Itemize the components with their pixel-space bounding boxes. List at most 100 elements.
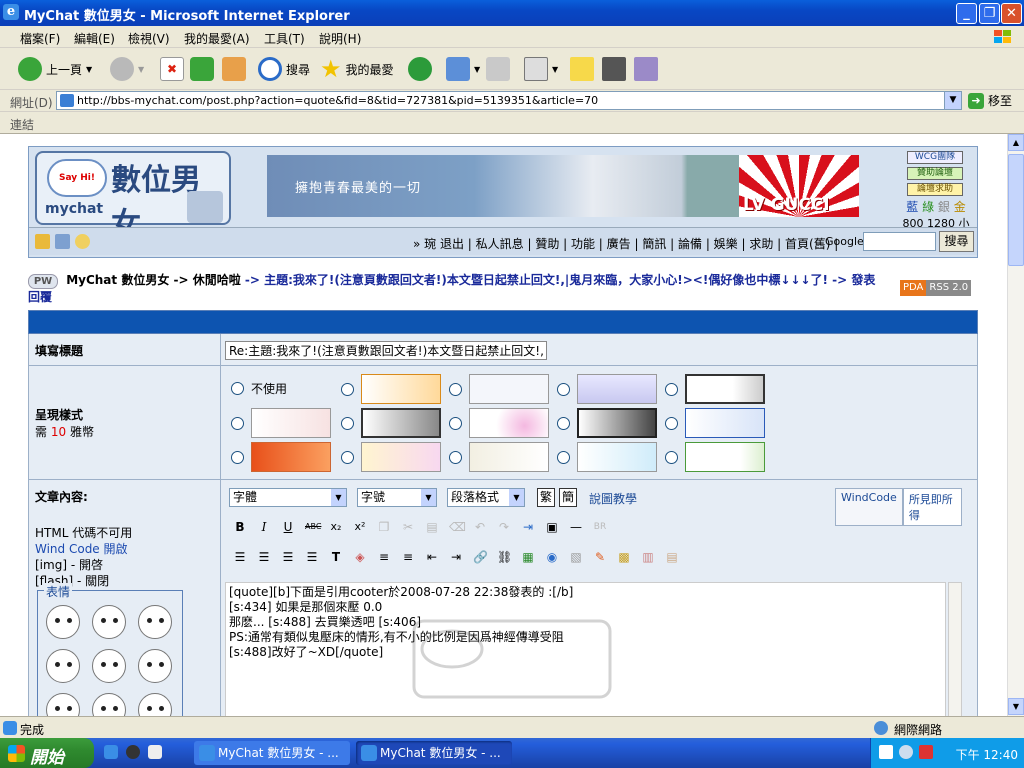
menu-view[interactable]: 檢視(V) bbox=[128, 30, 170, 47]
nav-links[interactable]: » 琬 退出 | 私人訊息 | 贊助 | 功能 | 廣告 | 簡訊 | 論備 |… bbox=[413, 235, 838, 252]
align-left-icon[interactable]: ☰ bbox=[233, 550, 247, 564]
stop-button[interactable]: ✖ bbox=[160, 56, 184, 82]
tray-icon[interactable] bbox=[899, 745, 913, 759]
mail-button[interactable]: ▼ bbox=[446, 56, 480, 82]
ad-banner[interactable]: 擁抱青春最美的一切 LV GUCCI bbox=[267, 155, 859, 217]
outdent-icon[interactable]: ⇤ bbox=[425, 550, 439, 564]
indent-icon[interactable]: ⇥ bbox=[449, 550, 463, 564]
superscript-icon[interactable]: x² bbox=[353, 520, 367, 534]
brush-icon[interactable]: ✎ bbox=[593, 550, 607, 564]
template-icon[interactable]: ▣ bbox=[545, 520, 559, 534]
menu-help[interactable]: 說明(H) bbox=[319, 30, 361, 47]
underline-icon[interactable]: U bbox=[281, 520, 295, 534]
style-option-1[interactable] bbox=[341, 374, 441, 404]
windcode-note[interactable]: Wind Code 開啟 bbox=[35, 541, 214, 557]
style-option-3[interactable] bbox=[557, 374, 657, 404]
paragraph-select[interactable]: 段落格式 ▼ bbox=[447, 488, 525, 507]
emoticon-icon[interactable] bbox=[138, 605, 172, 639]
maximize-button[interactable]: ❐ bbox=[979, 3, 1000, 24]
content-textarea[interactable]: [quote][b]下面是引用cooter於2008-07-28 22:38發表… bbox=[225, 582, 946, 716]
emoticon-icon[interactable] bbox=[138, 693, 172, 716]
close-button[interactable]: ✕ bbox=[1001, 3, 1022, 24]
browser-icon[interactable] bbox=[148, 745, 162, 759]
style-radio[interactable] bbox=[231, 382, 244, 395]
unordered-list-icon[interactable]: ≡ bbox=[401, 550, 415, 564]
size-select[interactable]: 字號 ▼ bbox=[357, 488, 437, 507]
strikethrough-icon[interactable]: ABC bbox=[305, 520, 321, 534]
sponsor-link[interactable]: 贊助論壇 bbox=[907, 167, 963, 180]
style-option-13[interactable] bbox=[557, 442, 657, 472]
tutorial-link[interactable]: 說圖教學 bbox=[589, 490, 637, 507]
copy-icon[interactable]: ❐ bbox=[377, 520, 391, 534]
back-button[interactable]: 上一頁 ▼ bbox=[18, 56, 92, 82]
search-button[interactable]: 搜尋 bbox=[258, 56, 310, 82]
align-center-icon[interactable]: ☰ bbox=[257, 550, 271, 564]
home-icon[interactable] bbox=[55, 234, 70, 249]
emoticon-icon[interactable] bbox=[46, 605, 80, 639]
taskbar-item-2[interactable]: MyChat 數位男女 - ... bbox=[356, 741, 512, 765]
textarea-scrollbar[interactable] bbox=[948, 582, 962, 716]
breadcrumb-site[interactable]: MyChat 數位男女 bbox=[66, 273, 169, 287]
undo-icon[interactable]: ↶ bbox=[473, 520, 487, 534]
title-input[interactable] bbox=[225, 341, 547, 360]
theme-gold[interactable]: 金 bbox=[954, 200, 966, 214]
address-dropdown[interactable]: ▼ bbox=[944, 92, 961, 109]
bold-icon[interactable]: B bbox=[233, 520, 247, 534]
scroll-down-icon[interactable]: ▼ bbox=[1008, 698, 1024, 715]
print-button[interactable] bbox=[486, 56, 510, 82]
style-option-5[interactable] bbox=[231, 408, 331, 438]
font-color-icon[interactable]: T bbox=[329, 550, 343, 564]
line-break-icon[interactable]: BR bbox=[593, 520, 607, 534]
home-button[interactable] bbox=[222, 56, 246, 82]
breadcrumb-forum[interactable]: -> 休閒哈啦 bbox=[174, 273, 241, 287]
paste-icon[interactable]: ▤ bbox=[425, 520, 439, 534]
menu-tools[interactable]: 工具(T) bbox=[264, 30, 305, 47]
wcg-link[interactable]: WCG團隊 bbox=[907, 151, 963, 164]
refresh-button[interactable] bbox=[190, 56, 214, 82]
emoticon-icon[interactable] bbox=[92, 649, 126, 683]
favorites-button[interactable]: ★ 我的最愛 bbox=[320, 55, 394, 83]
style-option-6[interactable] bbox=[341, 408, 441, 438]
minimize-button[interactable]: _ bbox=[956, 3, 977, 24]
scroll-up-icon[interactable]: ▲ bbox=[1008, 134, 1024, 151]
style-option-9[interactable] bbox=[665, 408, 765, 438]
style-option-14[interactable] bbox=[665, 442, 765, 472]
style-option-none[interactable]: 不使用 bbox=[231, 380, 287, 397]
link-icon[interactable]: 🔗 bbox=[473, 550, 488, 564]
taskbar-item-1[interactable]: MyChat 數位男女 - ... bbox=[194, 741, 350, 765]
style-option-10[interactable] bbox=[231, 442, 331, 472]
go-button[interactable]: ➜ 移至 bbox=[968, 92, 1012, 109]
menu-edit[interactable]: 編輯(E) bbox=[74, 30, 115, 47]
menu-file[interactable]: 檔案(F) bbox=[20, 30, 60, 47]
font-select[interactable]: 字體 ▼ bbox=[229, 488, 347, 507]
insert-icon[interactable]: ⇥ bbox=[521, 520, 535, 534]
breadcrumb-topic[interactable]: -> 主題:我來了!(注意頁數跟回文者!)本文暨日起禁止回文!,|鬼月來臨，大家… bbox=[245, 273, 828, 287]
google-search-input[interactable] bbox=[863, 232, 936, 251]
emoticon-icon[interactable] bbox=[46, 649, 80, 683]
help-link[interactable]: 論壇求助 bbox=[907, 183, 963, 196]
subscript-icon[interactable]: x₂ bbox=[329, 520, 343, 534]
style-option-12[interactable] bbox=[449, 442, 549, 472]
pda-badge[interactable]: PDA bbox=[900, 280, 927, 296]
simplified-button[interactable]: 簡 bbox=[559, 488, 577, 507]
tab-wysiwyg[interactable]: 所見即所得 bbox=[902, 488, 962, 526]
emoticon-icon[interactable] bbox=[138, 649, 172, 683]
map-icon[interactable]: ▩ bbox=[617, 550, 631, 564]
theme-blue[interactable]: 藍 bbox=[906, 200, 918, 214]
page-scrollbar[interactable]: ▲ ▼ bbox=[1007, 134, 1024, 716]
history-button[interactable] bbox=[408, 56, 432, 82]
ordered-list-icon[interactable]: ≡ bbox=[377, 550, 391, 564]
style-option-8[interactable] bbox=[557, 408, 657, 438]
table-icon[interactable]: ▥ bbox=[641, 550, 655, 564]
scroll-thumb[interactable] bbox=[1008, 154, 1024, 266]
theme-green[interactable]: 綠 bbox=[922, 200, 934, 214]
ie-icon[interactable] bbox=[104, 745, 118, 759]
edit-button[interactable]: ▼ bbox=[524, 56, 558, 82]
emoticon-icon[interactable] bbox=[92, 605, 126, 639]
links-label[interactable]: 連結 bbox=[10, 116, 34, 133]
bookmark-icon[interactable] bbox=[35, 234, 50, 249]
chat-icon[interactable] bbox=[75, 234, 90, 249]
messenger-button[interactable] bbox=[602, 56, 626, 82]
site-logo[interactable]: Say Hi! 數位男女 mychat bbox=[35, 151, 231, 242]
rss-badge[interactable]: RSS 2.0 bbox=[926, 280, 972, 296]
